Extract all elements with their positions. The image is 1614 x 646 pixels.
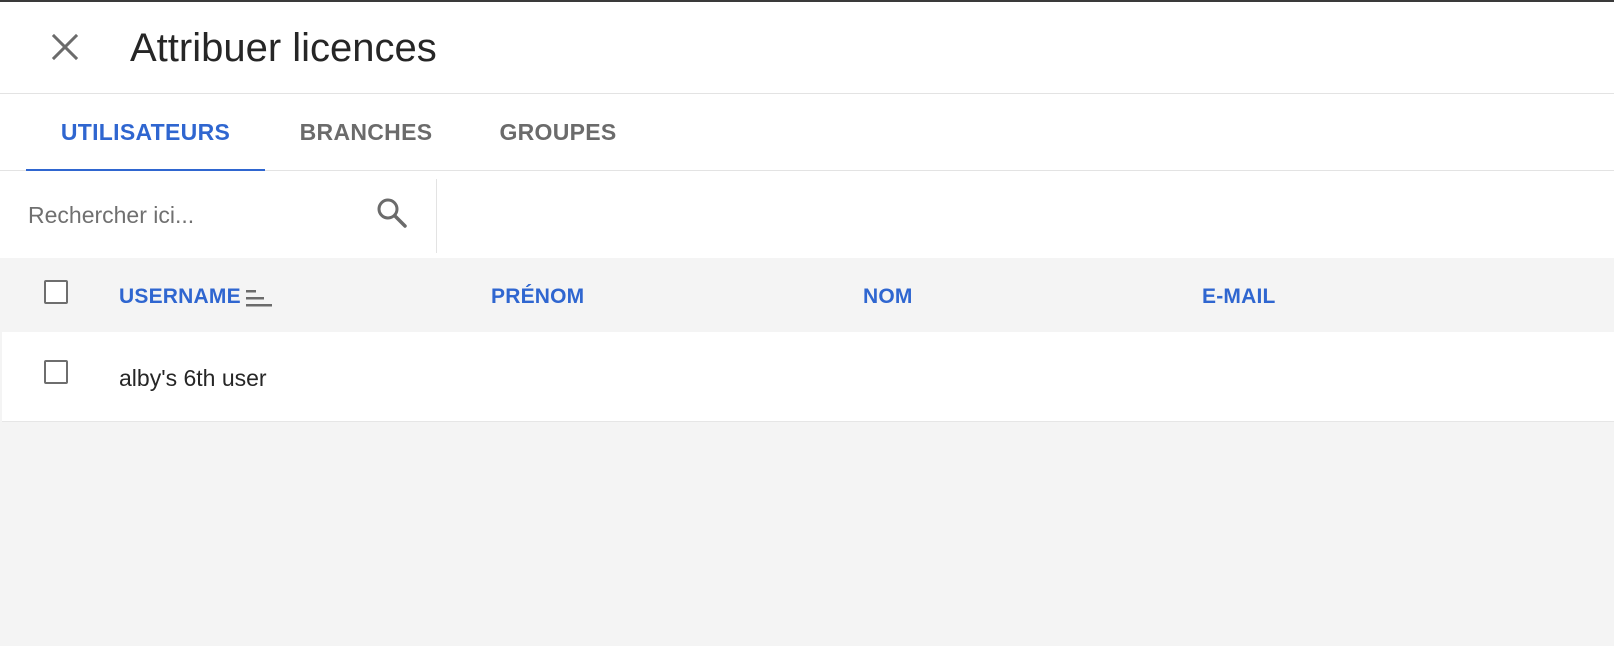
tab-branches[interactable]: BRANCHES	[286, 94, 446, 171]
select-all-checkbox[interactable]	[44, 280, 68, 304]
column-header-nom[interactable]: NOM	[863, 284, 913, 310]
assign-licenses-page: Attribuer licences UTILISATEURS BRANCHES…	[0, 0, 1614, 646]
search-input[interactable]	[28, 195, 358, 235]
tab-bar: UTILISATEURS BRANCHES GROUPES	[0, 94, 1614, 171]
search-icon	[377, 198, 407, 228]
dialog-header: Attribuer licences	[0, 2, 1614, 94]
column-header-username[interactable]: USERNAME	[119, 284, 241, 310]
sort-icon	[246, 290, 272, 307]
tab-utilisateurs[interactable]: UTILISATEURS	[26, 94, 265, 171]
sort-button[interactable]	[246, 288, 274, 308]
table-header: USERNAME PRÉNOM NOM E-MAIL	[0, 258, 1614, 332]
column-header-prenom[interactable]: PRÉNOM	[491, 284, 584, 310]
search-bar	[0, 171, 1614, 258]
table-empty-area	[0, 422, 1614, 646]
tab-groupes[interactable]: GROUPES	[484, 94, 632, 171]
page-title: Attribuer licences	[130, 26, 437, 70]
username-cell: alby's 6th user	[119, 365, 267, 391]
close-icon	[51, 33, 79, 61]
close-button[interactable]	[44, 24, 84, 64]
column-header-email[interactable]: E-MAIL	[1202, 284, 1276, 310]
table-row[interactable]: alby's 6th user	[2, 332, 1614, 422]
row-checkbox[interactable]	[44, 360, 68, 384]
search-button[interactable]	[374, 195, 410, 231]
search-divider	[436, 179, 437, 253]
